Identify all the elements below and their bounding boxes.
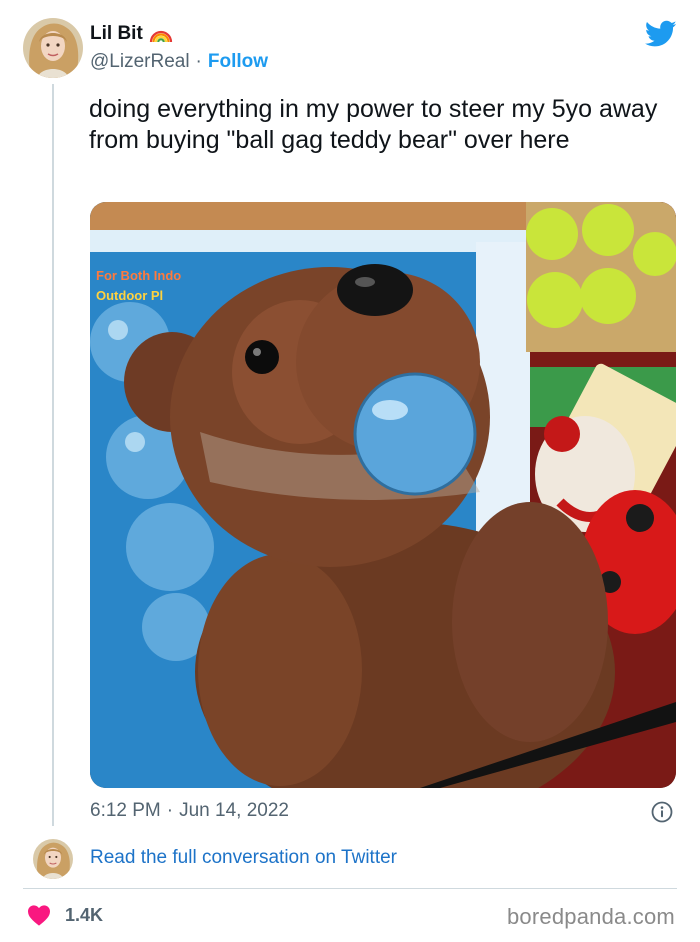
author-name[interactable]: Lil Bit	[90, 23, 143, 45]
reply-avatar[interactable]	[33, 839, 73, 879]
tweet-text: doing everything in my power to steer my…	[89, 95, 658, 154]
likes-count: 1.4K	[65, 904, 104, 925]
divider	[23, 888, 677, 889]
read-conversation-link[interactable]: Read the full conversation on Twitter	[90, 847, 397, 869]
info-icon[interactable]	[651, 801, 673, 823]
handle-separator: ·	[195, 51, 202, 72]
likes-row[interactable]: 1.4K	[27, 904, 103, 926]
author-handle-row: @LizerReal · Follow	[90, 51, 268, 73]
thread-line	[52, 84, 54, 826]
author-avatar[interactable]	[23, 18, 83, 78]
tweet-photo[interactable]: For Both Indo Outdoor Pl	[90, 202, 676, 788]
avatar-image-small	[33, 839, 73, 879]
timestamp-row[interactable]: 6:12 PM · Jun 14, 2022	[90, 800, 289, 822]
timestamp-time: 6:12 PM	[90, 800, 161, 821]
timestamp-date: Jun 14, 2022	[179, 800, 289, 821]
package-text-2: Outdoor Pl	[96, 288, 163, 303]
avatar-image	[23, 18, 83, 78]
author-name-row: Lil Bit	[90, 23, 173, 45]
rainbow-icon	[149, 30, 172, 43]
follow-button[interactable]: Follow	[208, 51, 268, 73]
teddy-bear-photo: For Both Indo Outdoor Pl	[90, 202, 676, 788]
watermark: boredpanda.com	[507, 904, 675, 929]
author-handle[interactable]: @LizerReal	[90, 51, 190, 73]
twitter-bird-icon[interactable]	[645, 20, 677, 48]
package-text: For Both Indo	[96, 268, 181, 283]
heart-icon[interactable]	[27, 904, 51, 926]
timestamp-separator: ·	[166, 800, 174, 821]
